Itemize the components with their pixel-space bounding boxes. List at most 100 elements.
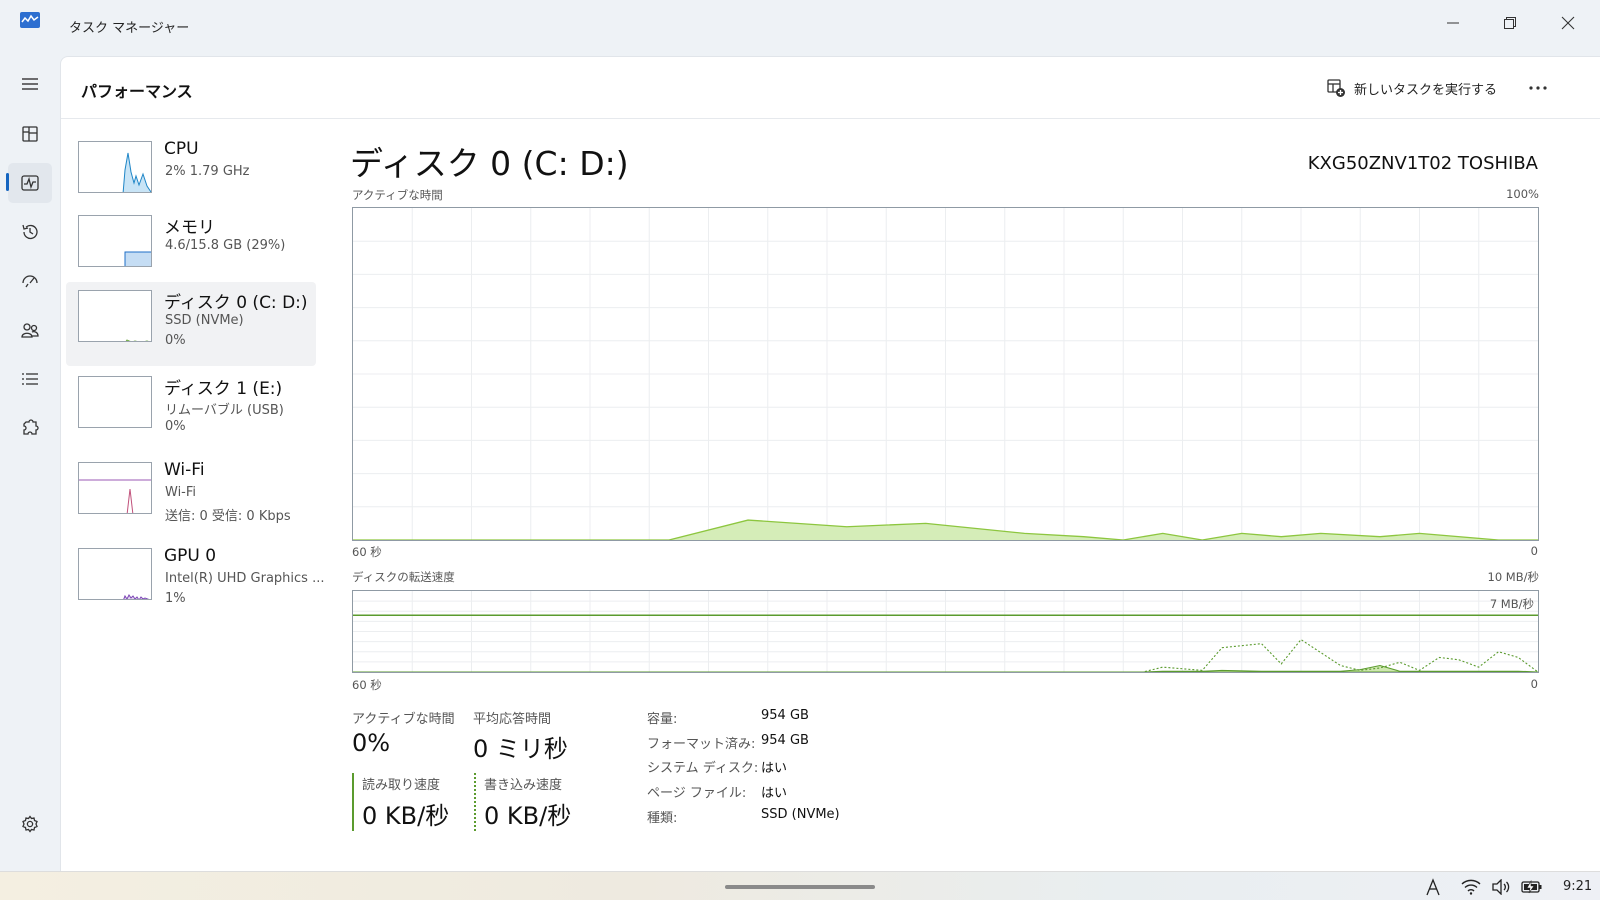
taskbar-clock[interactable]: 9:21 [1563, 879, 1592, 894]
prop-capacity-value: 954 GB [761, 708, 809, 723]
page-header: パフォーマンス 新しいタスクを実行する [61, 57, 1600, 119]
startup-speedometer-icon [22, 275, 38, 288]
stat-response-label: 平均応答時間 [473, 712, 552, 727]
device-detail: 4.6/15.8 GB (29%) [165, 238, 286, 253]
home-gesture-bar[interactable] [725, 885, 875, 889]
settings-gear-icon [22, 815, 38, 833]
device-detail: Wi-Fi [165, 485, 197, 500]
device-name: Wi-Fi [164, 460, 205, 480]
nav-settings[interactable] [8, 804, 52, 844]
restore-button[interactable] [1487, 6, 1533, 40]
disk-model: KXG50ZNV1T02 TOSHIBA [1307, 153, 1538, 174]
device-detail: 2% 1.79 GHz [165, 164, 250, 179]
disk0-thumbnail-graph [78, 290, 152, 342]
run-new-task-button[interactable]: 新しいタスクを実行する [1326, 75, 1497, 101]
memory-thumbnail-graph [78, 215, 152, 267]
hamburger-menu-button[interactable] [8, 64, 52, 104]
minimize-icon [1447, 22, 1459, 24]
device-item-disk-1[interactable]: ディスク 1 (E:) リムーバブル (USB) 0% [66, 368, 316, 452]
prop-formatted-label: フォーマット済み: [647, 737, 756, 752]
active-time-chart-label: アクティブな時間 [352, 188, 443, 202]
performance-panel: パフォーマンス 新しいタスクを実行する CPU 2% 1.79 GHz メモリ … [60, 56, 1600, 871]
prop-capacity-label: 容量: [647, 712, 678, 727]
device-detail: リムーバブル (USB) [165, 403, 284, 418]
nav-details[interactable] [8, 359, 52, 399]
transfer-axis-end: 0 [1530, 677, 1538, 691]
prop-type-label: 種類: [647, 811, 678, 826]
stat-write-label: 書き込み速度 [484, 778, 563, 793]
device-name: メモリ [164, 218, 215, 238]
volume-icon[interactable] [1490, 876, 1512, 898]
stat-response-value: 0 ミリ秒 [473, 735, 568, 763]
wifi-icon[interactable] [1460, 876, 1482, 898]
active-time-chart [352, 207, 1539, 541]
transfer-reference-label: 7 MB/秒 [1489, 597, 1534, 611]
transfer-chart-label: ディスクの転送速度 [352, 570, 455, 584]
device-usage: 1% [165, 591, 186, 606]
minimize-button[interactable] [1430, 6, 1476, 40]
device-item-memory[interactable]: メモリ 4.6/15.8 GB (29%) [66, 207, 316, 291]
prop-type-value: SSD (NVMe) [761, 807, 840, 822]
write-speed-indicator [474, 773, 476, 831]
navigation-rail [0, 56, 60, 871]
close-button[interactable] [1545, 6, 1591, 40]
nav-users[interactable] [8, 310, 52, 350]
active-nav-indicator [6, 173, 9, 191]
device-usage: 0% [165, 333, 186, 348]
cpu-thumbnail-graph [78, 141, 152, 193]
transfer-chart-max: 10 MB/秒 [1487, 570, 1539, 584]
nav-performance[interactable] [8, 163, 52, 203]
window-title: タスク マネージャー [69, 21, 190, 36]
title-bar: タスク マネージャー [0, 0, 1600, 56]
battery-charging-icon[interactable] [1520, 876, 1544, 898]
nav-processes[interactable] [8, 114, 52, 154]
stat-write-value: 0 KB/秒 [484, 802, 572, 830]
device-usage: 0% [165, 419, 186, 434]
active-time-axis-end: 0 [1530, 544, 1538, 558]
details-list-icon [22, 373, 38, 385]
run-task-label: 新しいタスクを実行する [1354, 82, 1498, 98]
stat-read-label: 読み取り速度 [362, 778, 441, 793]
device-item-disk-0[interactable]: ディスク 0 (C: D:) SSD (NVMe) 0% [66, 282, 316, 366]
run-task-icon [1327, 79, 1345, 97]
device-detail: Intel(R) UHD Graphics ... [165, 571, 325, 586]
input-method-icon[interactable] [1423, 876, 1443, 898]
prop-page-file-label: ページ ファイル: [647, 786, 747, 801]
device-item-wifi[interactable]: Wi-Fi Wi-Fi 送信: 0 受信: 0 Kbps [66, 454, 316, 538]
restore-icon [1504, 17, 1516, 29]
transfer-axis-start: 60 秒 [352, 678, 382, 692]
stat-active-time-value: 0% [352, 729, 391, 757]
transfer-rate-chart-svg [353, 591, 1539, 673]
task-manager-app-icon [20, 12, 40, 28]
prop-system-disk-value: はい [761, 761, 788, 776]
services-puzzle-icon [23, 419, 39, 435]
prop-formatted-value: 954 GB [761, 733, 809, 748]
page-title: パフォーマンス [81, 82, 193, 101]
taskbar: 9:21 [0, 871, 1600, 900]
close-icon [1561, 16, 1575, 30]
users-icon [21, 323, 39, 338]
stat-read-value: 0 KB/秒 [362, 802, 450, 830]
nav-app-history[interactable] [8, 212, 52, 252]
device-name: CPU [164, 139, 199, 159]
device-name: GPU 0 [164, 546, 217, 566]
device-name: ディスク 1 (E:) [164, 379, 283, 399]
more-options-icon [1529, 86, 1547, 90]
device-name: ディスク 0 (C: D:) [164, 293, 308, 313]
active-time-chart-svg [353, 208, 1538, 541]
more-options-button[interactable] [1521, 72, 1555, 104]
processes-icon [22, 126, 38, 142]
history-icon [22, 224, 38, 240]
device-item-cpu[interactable]: CPU 2% 1.79 GHz [66, 133, 316, 217]
disk1-thumbnail-graph [78, 376, 152, 428]
hamburger-icon [22, 78, 38, 90]
performance-icon [21, 175, 39, 191]
prop-page-file-value: はい [761, 786, 788, 801]
nav-services[interactable] [8, 408, 52, 448]
read-speed-indicator [352, 773, 354, 831]
prop-system-disk-label: システム ディスク: [647, 761, 759, 776]
active-time-axis-start: 60 秒 [352, 545, 382, 559]
nav-startup-apps[interactable] [8, 261, 52, 301]
gpu-thumbnail-graph [78, 548, 152, 600]
device-item-gpu-0[interactable]: GPU 0 Intel(R) UHD Graphics ... 1% [66, 540, 324, 624]
